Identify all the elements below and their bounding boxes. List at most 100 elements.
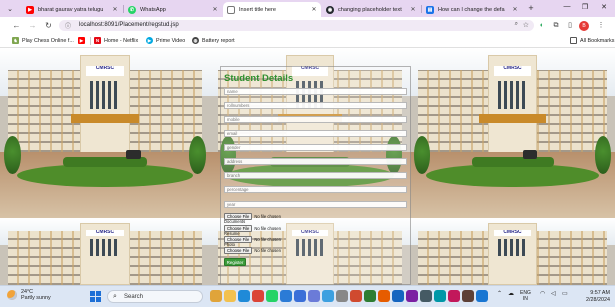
minimize-button[interactable]: — (560, 3, 574, 10)
browser-edge-icon[interactable] (238, 290, 250, 302)
cloud-icon[interactable]: ☁ (508, 290, 514, 297)
windows-start-icon[interactable] (90, 291, 101, 302)
profile-avatar[interactable]: B (579, 21, 589, 31)
campus-background-image: CMRSC (410, 218, 615, 285)
partly-sunny-icon (7, 290, 17, 300)
sidebar-icon[interactable]: ▯ (565, 21, 575, 31)
app-icon[interactable] (322, 290, 334, 302)
reload-icon[interactable]: ↻ (43, 20, 54, 31)
restore-button[interactable]: ❐ (578, 3, 592, 11)
app-icon[interactable] (378, 290, 390, 302)
app-icon[interactable] (448, 290, 460, 302)
mobile-input[interactable] (224, 116, 407, 123)
app-icon[interactable] (364, 290, 376, 302)
close-icon[interactable]: ✕ (409, 6, 417, 13)
chevron-up-icon[interactable]: ⌃ (497, 290, 502, 297)
back-arrow-icon[interactable]: ← (11, 20, 22, 31)
vscode-icon[interactable] (280, 290, 292, 302)
mail-icon[interactable] (294, 290, 306, 302)
store-icon[interactable] (308, 290, 320, 302)
wifi-icon[interactable]: ◠ (540, 290, 545, 297)
tab-title: How can I change the defa (438, 6, 505, 13)
tab-title: Insert title here (239, 6, 276, 13)
campus-background-image: CMRSC (0, 48, 210, 218)
app-icon[interactable] (420, 290, 432, 302)
percentage-input[interactable] (224, 186, 407, 193)
rollnumbers-input[interactable] (224, 102, 407, 109)
widgets-icon[interactable] (210, 290, 222, 302)
app-icon[interactable] (406, 290, 418, 302)
file-label-documents: Documents (224, 219, 246, 224)
site-info-icon[interactable]: ⓘ (65, 21, 71, 30)
extensions-puzzle-icon[interactable]: ⧉ (551, 21, 561, 31)
new-tab-button[interactable]: + (526, 3, 536, 13)
college-sign: CMRSC (85, 65, 125, 76)
bookmark-label: Battery report (202, 37, 235, 44)
whatsapp-icon: ✆ (128, 5, 136, 14)
close-icon[interactable]: ✕ (111, 6, 119, 13)
tab-stackoverflow[interactable]: ▤ How can I change the defa ✕ (422, 2, 522, 17)
file-status: No file chosen (254, 225, 281, 231)
app-icon[interactable] (350, 290, 362, 302)
bookmark-item[interactable]: ▶ (78, 36, 88, 45)
page-icon (227, 5, 235, 14)
taskbar-search[interactable]: ⌕ Search (107, 290, 203, 303)
file-explorer-icon[interactable] (224, 290, 236, 302)
app-icon[interactable] (336, 290, 348, 302)
whatsapp-icon[interactable] (266, 290, 278, 302)
tab-github[interactable]: ◉ changing placeholder text ✕ (322, 2, 420, 17)
app-icon[interactable] (476, 290, 488, 302)
tab-search-chevron-icon[interactable]: ⌄ (4, 3, 16, 14)
bookmark-item[interactable]: N Home - Netflix (94, 36, 138, 45)
clock-time: 9:57 AM (590, 290, 610, 296)
language-line2: IN (522, 296, 528, 302)
file-status: No file chosen (254, 247, 281, 253)
weather-condition: Partly sunny (21, 295, 51, 301)
weather-widget[interactable]: 24°C Partly sunny (7, 289, 51, 301)
year-input[interactable] (224, 201, 407, 208)
volume-icon[interactable]: ◁ (551, 290, 556, 297)
all-bookmarks[interactable]: All Bookmarks (570, 36, 614, 45)
address-input[interactable] (224, 158, 407, 165)
bookmark-item[interactable]: ▶ Prime Video (146, 36, 185, 45)
bookmark-label: Home - Netflix (104, 37, 139, 44)
gender-input[interactable] (224, 144, 407, 151)
chrome-icon[interactable] (252, 290, 264, 302)
tab-whatsapp[interactable]: ✆ WhatsApp ✕ (124, 2, 222, 17)
browser-toolbar: ← → ↻ ⓘ localhost:8091/Placement/regstud… (0, 17, 615, 34)
bookmark-star-icon[interactable]: ☆ (523, 21, 529, 29)
forward-arrow-icon[interactable]: → (27, 20, 38, 31)
name-input[interactable] (224, 88, 407, 95)
language-indicator[interactable]: ENG IN (520, 290, 531, 302)
all-bookmarks-label: All Bookmarks (580, 37, 615, 44)
tab-youtube[interactable]: ▶ bharat gaurav yatra telugu ✕ (22, 2, 122, 17)
address-bar[interactable]: ⓘ localhost:8091/Placement/regstud.jsp ⌕… (59, 20, 534, 31)
bookmark-label: Prime Video (156, 37, 186, 44)
close-window-button[interactable]: ✕ (597, 3, 611, 11)
close-icon[interactable]: ✕ (211, 6, 219, 13)
menu-dots-icon[interactable]: ⋮ (596, 21, 606, 31)
register-button[interactable]: Register (224, 258, 246, 266)
battery-icon[interactable]: ▭ (562, 290, 568, 297)
close-icon[interactable]: ✕ (310, 6, 318, 13)
app-icon[interactable] (462, 290, 474, 302)
bookmark-item[interactable]: ◍ Battery report (192, 36, 235, 45)
app-icon[interactable] (434, 290, 446, 302)
bookmark-item[interactable]: ♞ Play Chess Online f... (12, 36, 74, 45)
zoom-icon[interactable]: ⌕ (515, 21, 518, 28)
extension-icon[interactable]: ◐ (537, 21, 547, 31)
folder-icon (570, 37, 577, 44)
url-text[interactable]: localhost:8091/Placement/regstud.jsp (79, 22, 179, 28)
close-icon[interactable]: ✕ (511, 6, 519, 13)
file-status: No file chosen (254, 213, 281, 219)
github-icon: ◉ (326, 5, 334, 14)
tab-insert-title[interactable]: Insert title here ✕ (223, 2, 321, 17)
email-input[interactable] (224, 130, 407, 137)
system-clock[interactable]: 9:57 AM 2/28/2024 (576, 290, 610, 303)
app-icon[interactable] (392, 290, 404, 302)
branch-input[interactable] (224, 172, 407, 179)
tab-title: bharat gaurav yatra telugu (38, 6, 104, 13)
choose-file-button[interactable]: Choose File (224, 246, 253, 254)
bookmark-separator (90, 37, 91, 45)
file-input-photo: Choose File No file chosen (224, 246, 281, 254)
